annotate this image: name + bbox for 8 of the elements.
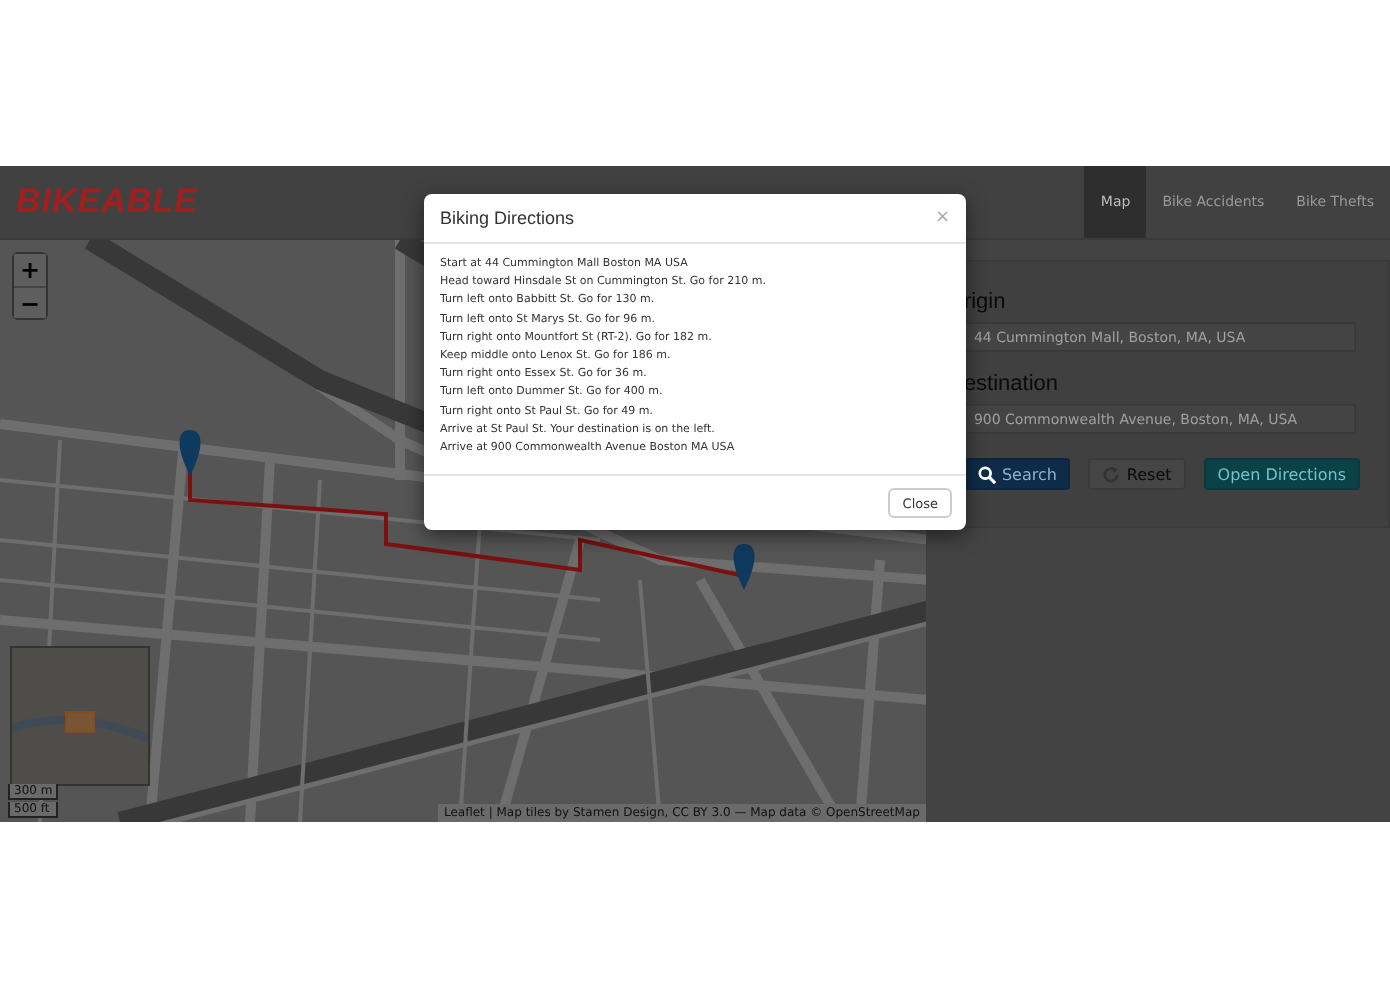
search-icon bbox=[977, 465, 996, 483]
zoom-out-button[interactable]: − bbox=[14, 286, 46, 318]
modal-title: Biking Directions bbox=[440, 208, 575, 228]
search-button[interactable]: Search bbox=[963, 458, 1071, 490]
minimap-drawing bbox=[10, 646, 150, 786]
directions-button[interactable]: Open Directions bbox=[1203, 458, 1360, 490]
close-button[interactable]: × bbox=[934, 208, 950, 228]
reset-button[interactable]: Reset bbox=[1088, 458, 1186, 490]
